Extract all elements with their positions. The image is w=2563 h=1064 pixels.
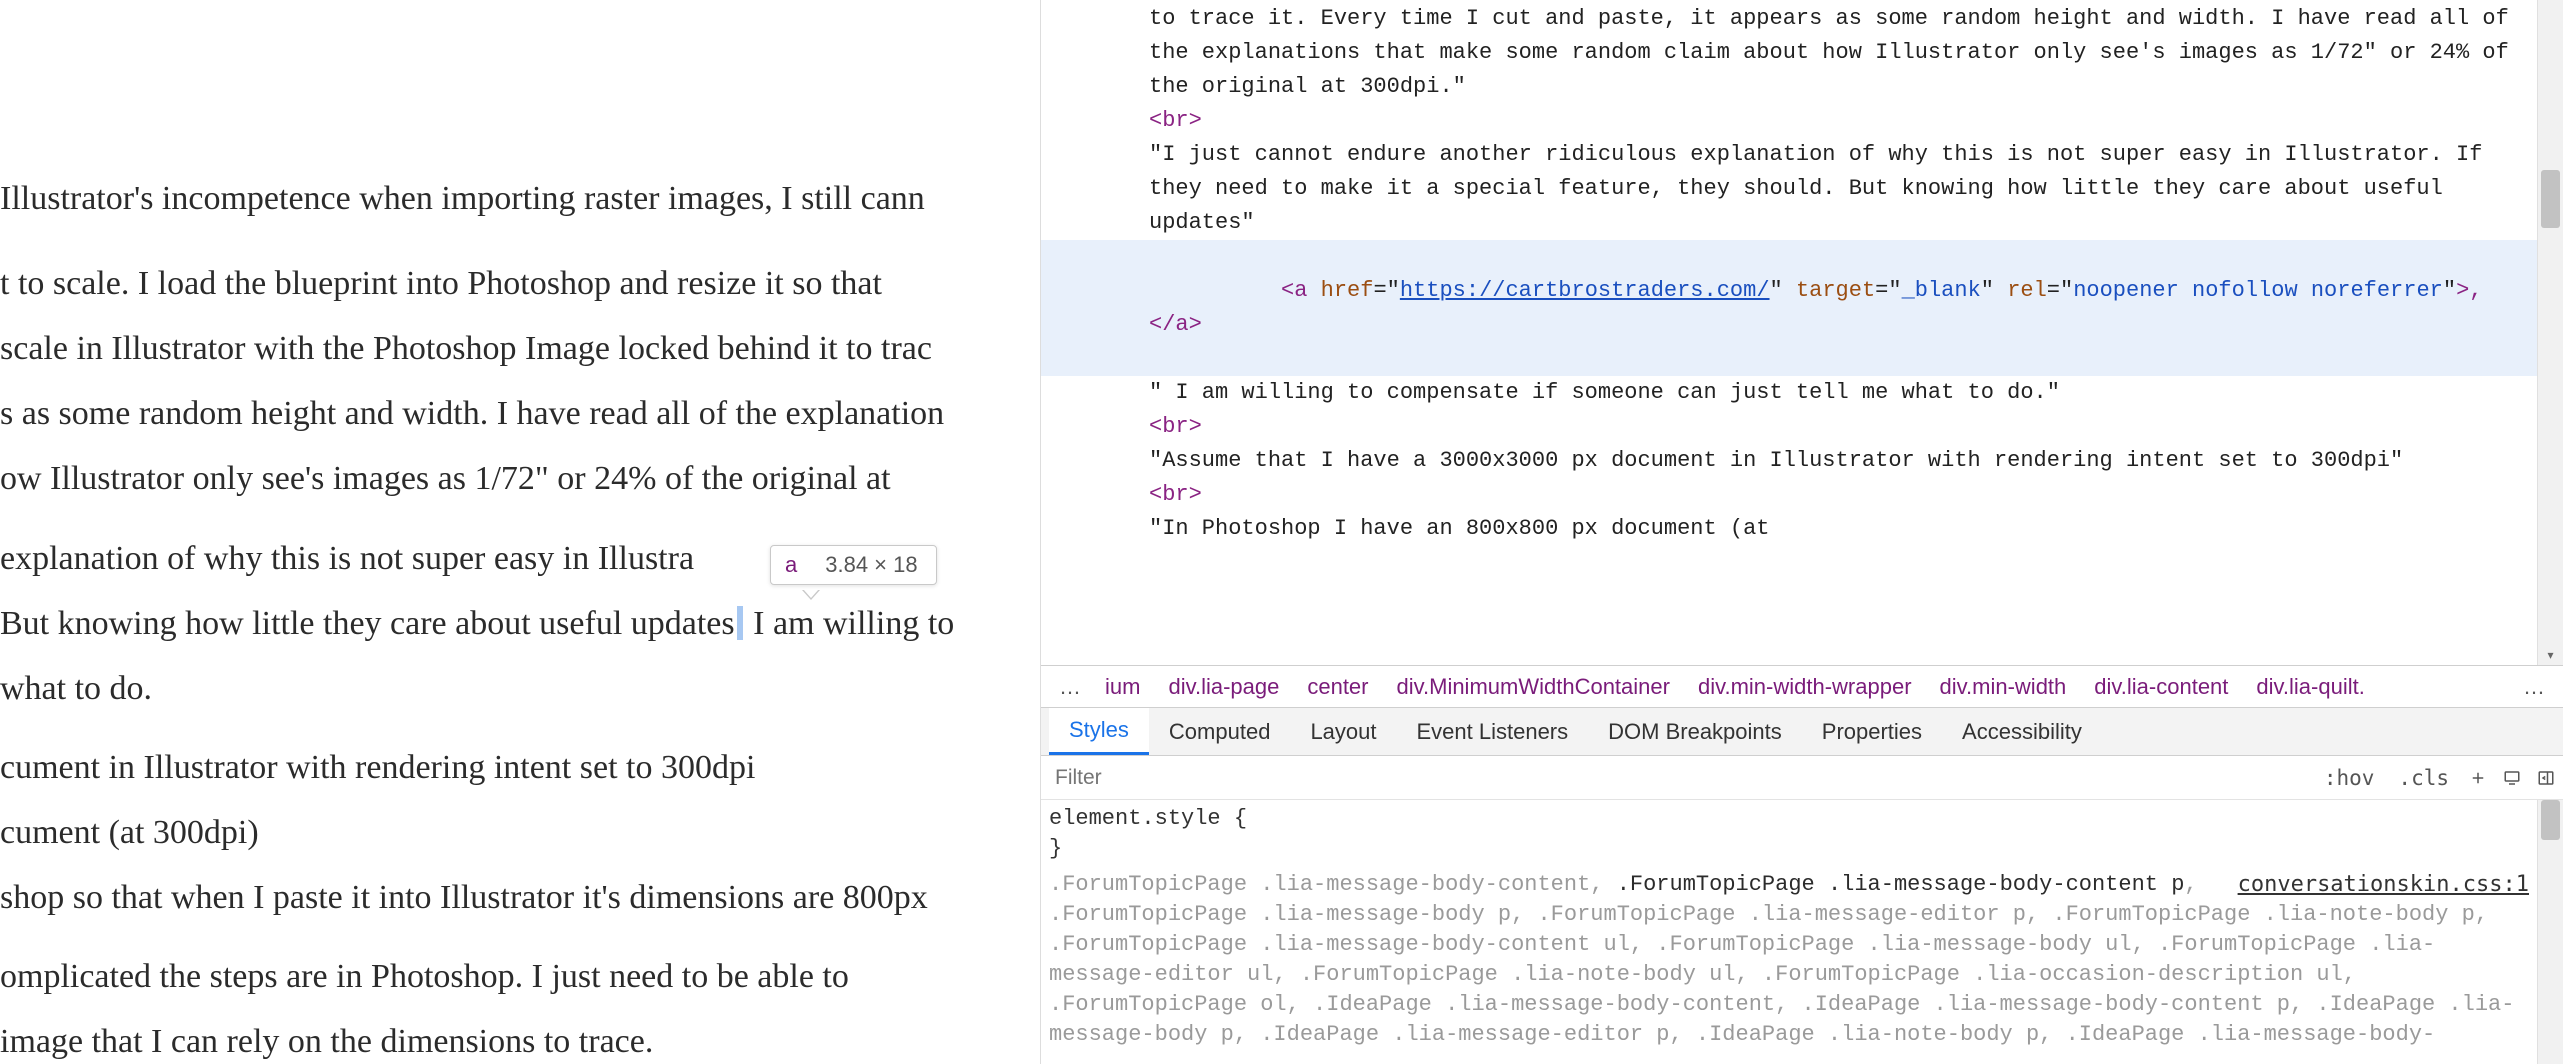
paragraph-line: shop so that when I paste it into Illust… xyxy=(0,869,1030,926)
styles-body: element.style { } conversationskin.css:1… xyxy=(1041,800,2563,1064)
dom-br-node[interactable]: <br> xyxy=(1041,478,2537,512)
stylesheet-source-link[interactable]: conversationskin.css:1 xyxy=(2238,870,2529,900)
device-toolbar-icon[interactable] xyxy=(2495,769,2529,787)
tooltip-dimensions: 3.84 × 18 xyxy=(825,552,917,578)
scroll-down-icon[interactable]: ▾ xyxy=(2538,645,2563,665)
dom-anchor-node-selected[interactable]: <a href="https://cartbrostraders.com/" t… xyxy=(1041,240,2537,376)
tab-styles[interactable]: Styles xyxy=(1049,708,1149,755)
devtools-panel: to trace it. Every time I cut and paste,… xyxy=(1040,0,2563,1064)
tab-properties[interactable]: Properties xyxy=(1802,708,1942,755)
crumb-overflow-left[interactable]: … xyxy=(1049,674,1091,700)
crumb-item[interactable]: div.min-width xyxy=(1926,674,2081,700)
crumb-item[interactable]: div.lia-quilt. xyxy=(2242,674,2378,700)
crumb-item[interactable]: div.lia-content xyxy=(2080,674,2242,700)
selected-anchor[interactable] xyxy=(737,606,743,640)
crumb-item[interactable]: div.lia-page xyxy=(1154,674,1293,700)
page-body: Illustrator's incompetence when importin… xyxy=(0,0,1030,1064)
tab-accessibility[interactable]: Accessibility xyxy=(1942,708,2102,755)
dom-text-node[interactable]: "Assume that I have a 3000x3000 px docum… xyxy=(1041,444,2537,478)
dom-breadcrumbs: … ium div.lia-page center div.MinimumWid… xyxy=(1041,666,2563,708)
element-style-open: element.style { xyxy=(1049,804,2529,834)
styles-toolbar: :hov .cls xyxy=(1041,756,2563,800)
hov-toggle[interactable]: :hov xyxy=(2312,766,2387,790)
tab-dom-breakpoints[interactable]: DOM Breakpoints xyxy=(1588,708,1802,755)
styles-filter-input[interactable] xyxy=(1041,756,2312,799)
dom-text-node[interactable]: "I just cannot endure another ridiculous… xyxy=(1041,138,2537,240)
paragraph-line: t to scale. I load the blueprint into Ph… xyxy=(0,255,1030,312)
crumb-overflow-right[interactable]: … xyxy=(2513,674,2555,700)
element-hover-tooltip: a 3.84 × 18 xyxy=(770,545,937,585)
scrollbar-thumb[interactable] xyxy=(2541,170,2560,228)
elements-panel: to trace it. Every time I cut and paste,… xyxy=(1041,0,2563,666)
elements-scrollbar[interactable]: ▾ xyxy=(2537,0,2563,665)
styles-scrollbar[interactable] xyxy=(2537,800,2563,1064)
tooltip-arrow xyxy=(802,590,820,600)
styles-rules[interactable]: element.style { } conversationskin.css:1… xyxy=(1041,800,2537,1064)
dom-br-node[interactable]: <br> xyxy=(1041,104,2537,138)
dom-br-node[interactable]: <br> xyxy=(1041,410,2537,444)
element-style-close: } xyxy=(1049,834,2529,864)
paragraph-line: cument in Illustrator with rendering int… xyxy=(0,739,1030,796)
paragraph-line: omplicated the steps are in Photoshop. I… xyxy=(0,948,1030,1005)
paragraph-line: scale in Illustrator with the Photoshop … xyxy=(0,320,1030,377)
text-fragment: But knowing how little they care about u… xyxy=(0,605,735,642)
crumb-item[interactable]: center xyxy=(1293,674,1382,700)
paragraph-line: image that I can rely on the dimensions … xyxy=(0,1013,1030,1064)
paragraph-line: s as some random height and width. I hav… xyxy=(0,385,1030,442)
styles-tabbar: Styles Computed Layout Event Listeners D… xyxy=(1041,708,2563,756)
dom-tree[interactable]: to trace it. Every time I cut and paste,… xyxy=(1041,0,2537,665)
text-fragment: explanation of why this is not super eas… xyxy=(0,540,694,577)
new-style-rule-icon[interactable] xyxy=(2461,769,2495,787)
paragraph-line: cument (at 300dpi) xyxy=(0,804,1030,861)
selector-active: .ForumTopicPage .lia-message-body-conten… xyxy=(1617,872,2185,897)
paragraph-line: ow Illustrator only see's images as 1/72… xyxy=(0,450,1030,507)
crumb-item[interactable]: div.MinimumWidthContainer xyxy=(1383,674,1684,700)
crumb-item[interactable]: div.min-width-wrapper xyxy=(1684,674,1926,700)
tooltip-tag: a xyxy=(785,552,797,578)
dom-text-node[interactable]: to trace it. Every time I cut and paste,… xyxy=(1041,2,2537,104)
crumb-item[interactable]: ium xyxy=(1091,674,1154,700)
paragraph-line: Illustrator's incompetence when importin… xyxy=(0,170,1030,227)
tab-layout[interactable]: Layout xyxy=(1290,708,1396,755)
cls-toggle[interactable]: .cls xyxy=(2386,766,2461,790)
selector-inactive: .ForumTopicPage .lia-message-body-conten… xyxy=(1049,872,1617,897)
scrollbar-thumb[interactable] xyxy=(2541,800,2560,840)
tab-computed[interactable]: Computed xyxy=(1149,708,1291,755)
tab-event-listeners[interactable]: Event Listeners xyxy=(1397,708,1589,755)
paragraph-line: what to do. xyxy=(0,660,1030,717)
toggle-sidebar-icon[interactable] xyxy=(2529,769,2563,787)
dom-text-node[interactable]: " I am willing to compensate if someone … xyxy=(1041,376,2537,410)
style-rule[interactable]: conversationskin.css:1 .ForumTopicPage .… xyxy=(1049,870,2529,1050)
text-fragment: I am willing to xyxy=(745,605,955,642)
dom-text-node[interactable]: "In Photoshop I have an 800x800 px docum… xyxy=(1041,512,2537,546)
paragraph-line: But knowing how little they care about u… xyxy=(0,595,1030,652)
rendered-page[interactable]: Illustrator's incompetence when importin… xyxy=(0,0,1040,1064)
